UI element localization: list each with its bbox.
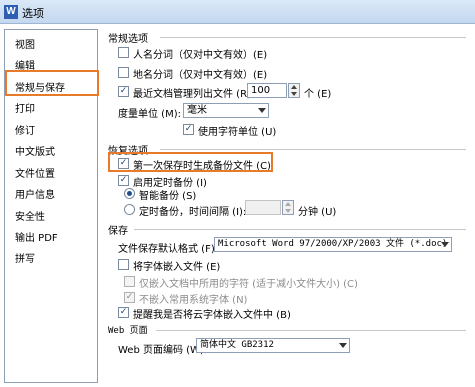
label-no-embed-system-fonts: 不嵌入常用系统字体 (N) — [139, 295, 248, 306]
backup-interval-input[interactable] — [245, 200, 281, 215]
label-smart-backup: 智能备份 (S) — [139, 191, 197, 202]
web-encoding-value: 简体中文 GB2312 — [200, 340, 274, 350]
default-format-value: Microsoft Word 97/2000/XP/2003 文件 (*.doc… — [218, 239, 448, 249]
nav-item-chinese-layout[interactable]: 中文版式 — [15, 143, 55, 158]
section-divider — [160, 149, 466, 150]
recent-files-stepper[interactable] — [288, 83, 300, 98]
section-title-web: Web 页面 — [108, 326, 148, 336]
label-embed-fonts: 将字体嵌入文件 (E) — [133, 262, 221, 273]
nav-item-security[interactable]: 安全性 — [15, 208, 45, 223]
checkbox-recent-files[interactable]: ✓ — [118, 86, 129, 97]
nav-item-spelling[interactable]: 拼写 — [15, 250, 35, 265]
nav-item-file-location[interactable]: 文件位置 — [15, 165, 55, 180]
checkbox-enable-timed-backup[interactable]: ✓ — [118, 175, 129, 186]
label-cloud-font-remind: 提醒我是否将云字体嵌入文件中 (B) — [133, 310, 291, 321]
measure-unit-value: 毫米 — [187, 105, 207, 116]
nav-item-user-info[interactable]: 用户信息 — [15, 186, 55, 201]
section-divider — [134, 229, 466, 230]
checkbox-embed-used-chars[interactable] — [124, 276, 135, 287]
default-format-select[interactable]: Microsoft Word 97/2000/XP/2003 文件 (*.doc… — [214, 237, 452, 252]
label-timed-backup: 定时备份，时间间隔 (I): — [139, 207, 247, 218]
label-embed-used-chars: 仅嵌入文档中所用的字符 (适于减小文件大小) (C) — [139, 279, 358, 290]
section-title-save: 保存 — [108, 226, 128, 237]
highlight-nav-general-save — [5, 70, 99, 96]
label-default-format: 文件保存默认格式 (F): — [118, 244, 219, 255]
chevron-down-icon — [258, 108, 266, 113]
label-measure-unit: 度量单位 (M): — [118, 109, 181, 120]
label-recent-files-unit: 个 (E) — [304, 89, 332, 100]
checkbox-use-char-unit[interactable]: ✓ — [183, 124, 194, 135]
checkbox-cloud-font-remind[interactable]: ✓ — [118, 307, 129, 318]
label-use-char-unit: 使用字符单位 (U) — [198, 127, 277, 138]
nav-item-print[interactable]: 打印 — [15, 100, 35, 115]
title-bar — [0, 0, 475, 24]
radio-timed-backup[interactable] — [124, 204, 135, 215]
checkbox-no-embed-system-fonts[interactable]: ✓ — [124, 292, 135, 303]
label-place-segmentation: 地名分词（仅对中文有效）(E) — [133, 70, 268, 81]
section-divider — [160, 37, 466, 38]
web-encoding-select[interactable]: 简体中文 GB2312 — [196, 338, 350, 353]
label-recent-files: 最近文档管理列出文件 (R): — [133, 89, 255, 100]
radio-smart-backup[interactable] — [124, 188, 135, 199]
highlight-first-save-backup — [108, 152, 273, 172]
section-divider — [156, 330, 466, 331]
label-web-encoding: Web 页面编码 (W): — [118, 345, 208, 356]
nav-item-view[interactable]: 视图 — [15, 36, 35, 51]
measure-unit-select[interactable]: 毫米 — [183, 103, 269, 118]
chevron-down-icon — [441, 242, 449, 247]
nav-item-output-pdf[interactable]: 输出 PDF — [15, 229, 58, 244]
backup-interval-stepper[interactable] — [282, 200, 294, 215]
window-title: 选项 — [22, 7, 44, 20]
checkbox-place-segmentation[interactable] — [118, 67, 129, 78]
section-title-general: 常规选项 — [108, 34, 148, 45]
checkbox-name-segmentation[interactable] — [118, 47, 129, 58]
checkbox-embed-fonts[interactable] — [118, 259, 129, 270]
recent-files-count-input[interactable]: 100 — [247, 83, 287, 98]
chevron-down-icon — [339, 343, 347, 348]
nav-item-revision[interactable]: 修订 — [15, 122, 35, 137]
label-interval-unit: 分钟 (U) — [298, 207, 337, 218]
label-name-segmentation: 人名分词（仅对中文有效）(E) — [133, 50, 268, 61]
wps-logo-icon: W — [4, 5, 18, 19]
